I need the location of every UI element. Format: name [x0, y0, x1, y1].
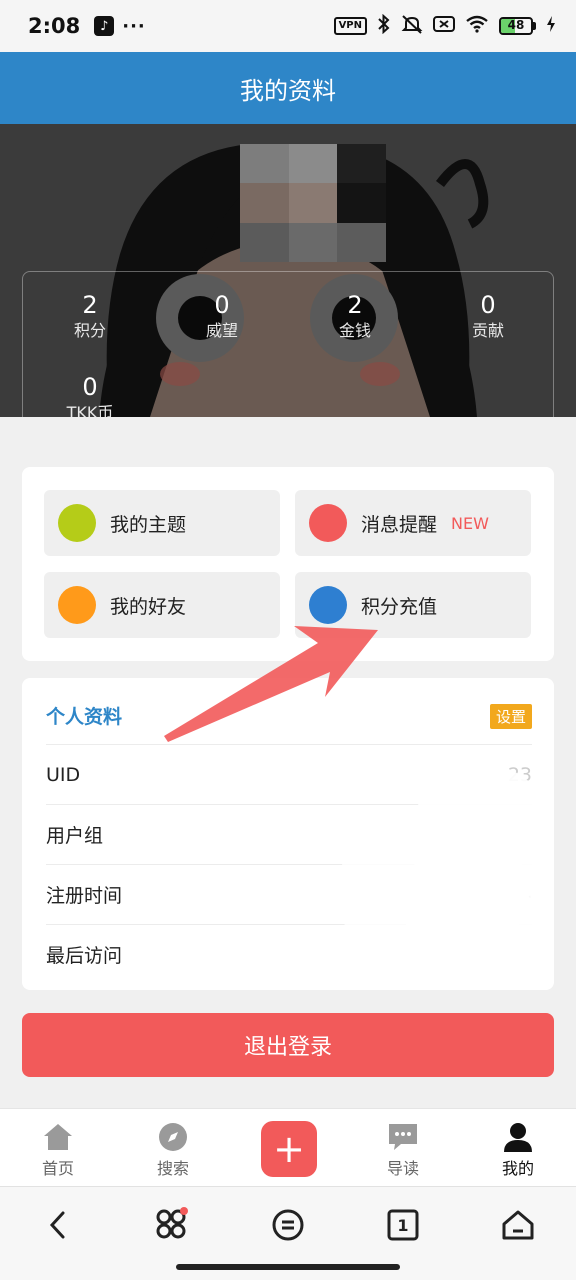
home-indicator	[176, 1264, 400, 1270]
apps-button[interactable]	[152, 1205, 192, 1245]
bottom-tab-bar: 首页 搜索 + 导读 我的	[0, 1108, 576, 1186]
my-friends-dot-icon	[58, 586, 96, 624]
new-badge: NEW	[451, 513, 489, 533]
browser-toolbar: 1	[0, 1186, 576, 1280]
wifi-icon	[465, 15, 489, 38]
points-recharge-dot-icon	[309, 586, 347, 624]
stat-contribution[interactable]: 0 贡献	[433, 290, 543, 342]
app-header: 我的资料	[0, 52, 576, 124]
stat-points[interactable]: 2 积分	[35, 290, 145, 342]
tiktok-icon: ♪	[94, 16, 115, 36]
stat-label: 金钱	[338, 321, 371, 340]
profile-hero: 2 积分 0 威望 2 金钱 0 贡献 0 TKK币	[0, 124, 576, 417]
stat-label: 威望	[205, 321, 238, 340]
message-alerts-dot-icon	[309, 504, 347, 542]
profile-row-label: 用户组	[46, 825, 104, 847]
status-bar: 2:08 ♪ ··· VPN 48	[0, 0, 576, 52]
settings-button[interactable]: 设置	[489, 704, 532, 729]
quick-action-label: 我的主题	[110, 513, 187, 536]
browser-home-button[interactable]	[498, 1205, 538, 1245]
tab-mine[interactable]: 我的	[470, 1109, 566, 1187]
new-post-button[interactable]: +	[261, 1121, 317, 1177]
quick-action-label: 我的好友	[110, 595, 187, 618]
message-alerts-button[interactable]: 消息提醒 NEW	[295, 490, 531, 556]
apps-icon	[156, 1207, 188, 1239]
profile-row-label: 最后访问	[46, 945, 123, 967]
tab-label: 导读	[386, 1159, 419, 1178]
tab-guide[interactable]: 导读	[355, 1109, 451, 1187]
person-icon	[502, 1121, 534, 1153]
menu-button[interactable]	[268, 1205, 308, 1245]
stat-value: 2	[347, 291, 363, 319]
page-title: 我的资料	[240, 76, 336, 105]
tab-count: 1	[397, 1216, 408, 1235]
stat-value: 2	[82, 291, 98, 319]
back-button[interactable]	[38, 1205, 78, 1245]
battery-label: 48	[507, 18, 525, 32]
plus-icon: +	[273, 1127, 305, 1171]
stat-value: 0	[82, 373, 98, 401]
back-icon	[49, 1211, 65, 1239]
quick-action-label: 积分充值	[361, 595, 438, 618]
home-icon	[42, 1121, 74, 1153]
tab-label: 搜索	[156, 1159, 189, 1178]
avatar-censor-mosaic	[240, 144, 386, 262]
tab-label: 首页	[41, 1159, 74, 1178]
quick-actions-card: 我的主题 消息提醒 NEW 我的好友 积分充值	[22, 467, 554, 661]
quick-action-label: 消息提醒	[361, 513, 438, 536]
stat-tkk-coin[interactable]: 0 TKK币	[35, 372, 145, 417]
profile-card-title: 个人资料	[46, 706, 123, 728]
stat-value: 0	[214, 291, 230, 319]
my-topics-dot-icon	[58, 504, 96, 542]
stat-money[interactable]: 2 金钱	[300, 290, 410, 342]
stat-prestige[interactable]: 0 威望	[167, 290, 277, 342]
charging-icon	[546, 15, 556, 38]
tabs-button[interactable]: 1	[383, 1205, 423, 1245]
profile-row-label: UID	[46, 763, 81, 786]
stats-panel: 2 积分 0 威望 2 金钱 0 贡献 0 TKK币	[22, 271, 554, 417]
stat-label: 积分	[73, 321, 106, 340]
mute-icon	[401, 14, 423, 39]
tab-home[interactable]: 首页	[10, 1109, 106, 1187]
chat-icon	[387, 1121, 419, 1153]
profile-row-label: 注册时间	[46, 885, 123, 907]
stat-label: 贡献	[471, 321, 504, 340]
tabs-icon: 1	[387, 1209, 419, 1241]
tab-label: 我的	[501, 1159, 534, 1178]
more-notifications-icon: ···	[122, 15, 146, 37]
tab-search[interactable]: 搜索	[125, 1109, 221, 1187]
bluetooth-icon	[377, 13, 391, 39]
my-friends-button[interactable]: 我的好友	[44, 572, 280, 638]
my-topics-button[interactable]: 我的主题	[44, 490, 280, 556]
menu-icon	[272, 1209, 304, 1241]
status-time: 2:08	[28, 14, 81, 38]
battery-icon: 48	[499, 17, 536, 35]
stat-label: TKK币	[66, 403, 114, 417]
personal-profile-card: 个人资料 设置 UID 23 用户组 注册时间 3 最后访问	[22, 678, 554, 990]
sim-icon	[433, 15, 455, 38]
compass-icon	[158, 1121, 188, 1153]
logout-button[interactable]: 退出登录	[22, 1013, 554, 1077]
home-icon	[502, 1210, 534, 1240]
vpn-icon: VPN	[333, 17, 367, 35]
stat-value: 0	[480, 291, 496, 319]
points-recharge-button[interactable]: 积分充值	[295, 572, 531, 638]
